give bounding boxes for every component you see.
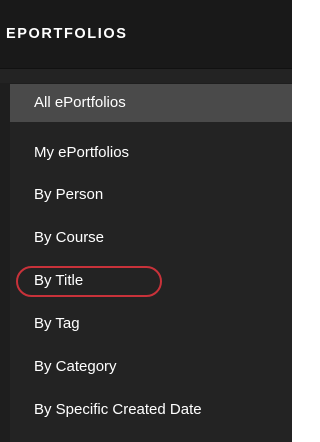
menu-item-label: By Course [34, 229, 105, 246]
menu-item-by-tag[interactable]: By Tag [10, 305, 292, 343]
menu-item-label: By Tag [34, 315, 80, 332]
menu-item-all-eportfolios[interactable]: All ePortfolios [10, 84, 292, 122]
menu-item-by-category[interactable]: By Category [10, 348, 292, 386]
menu-item-label: All ePortfolios [34, 94, 126, 111]
menu-item-label: By Title [34, 272, 84, 289]
menu-item-my-eportfolios[interactable]: My ePortfolios [10, 134, 292, 172]
menu-item-label: By Person [34, 186, 104, 203]
menu-item-by-specific-created-date[interactable]: By Specific Created Date [10, 391, 292, 429]
panel-header: EPORTFOLIOS [0, 0, 292, 69]
menu-item-by-title[interactable]: By Title [10, 262, 292, 300]
menu-item-label: By Specific Created Date [34, 401, 202, 418]
menu-item-label: By Category [34, 358, 117, 375]
menu-item-by-course[interactable]: By Course [10, 219, 292, 257]
menu-item-by-person[interactable]: By Person [10, 176, 292, 214]
panel-title: EPORTFOLIOS [6, 26, 128, 42]
eportfolios-panel: EPORTFOLIOS All ePortfolios My ePortfoli… [0, 0, 292, 442]
header-divider-bar [0, 69, 292, 83]
menu-item-label: My ePortfolios [34, 144, 130, 161]
